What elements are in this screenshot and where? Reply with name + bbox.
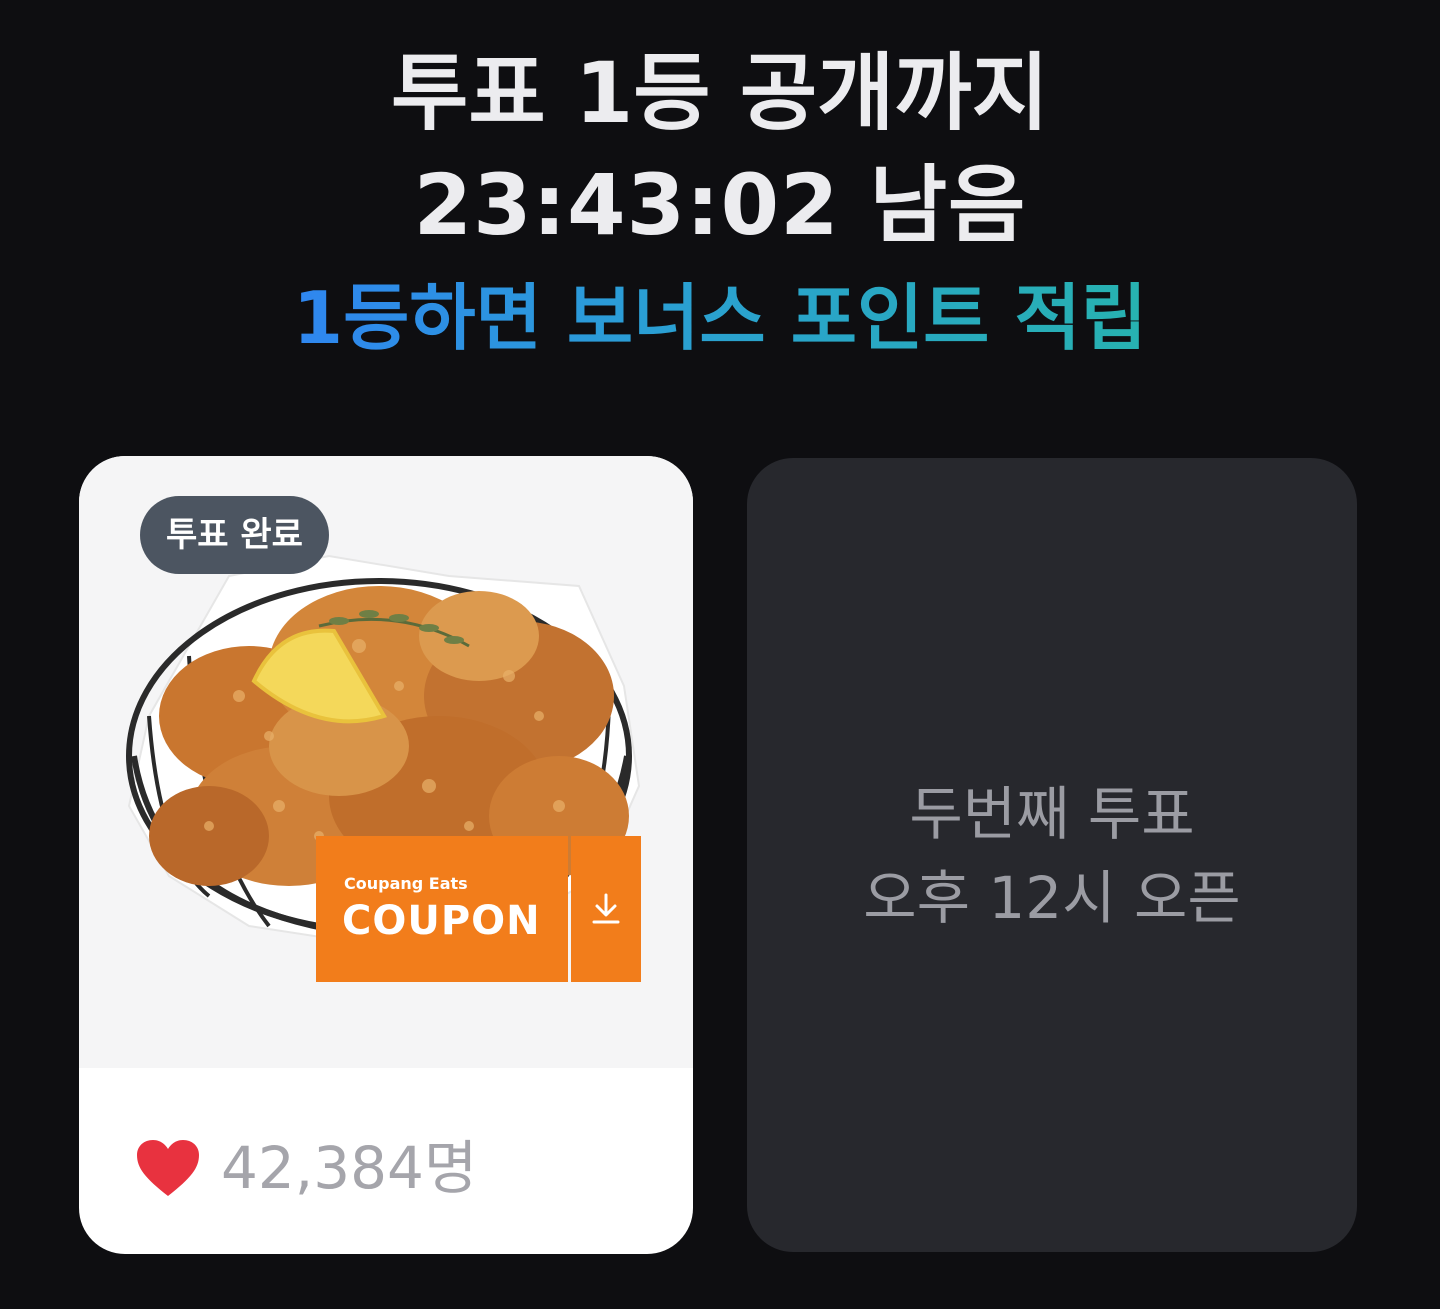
download-icon bbox=[592, 893, 620, 924]
vote-complete-badge: 투표 완료 bbox=[140, 496, 329, 574]
likes-count: 42,384명 bbox=[221, 1134, 478, 1202]
heart-icon[interactable] bbox=[135, 1138, 201, 1198]
coupon-banner[interactable]: Coupang Eats COUPON bbox=[316, 836, 568, 982]
countdown-timer: 23:43:02 남음 bbox=[413, 156, 1027, 254]
bonus-notice: 1등하면 보너스 포인트 적립 bbox=[0, 268, 1440, 368]
likes-row: 42,384명 bbox=[135, 1128, 477, 1208]
next-vote-title: 두번째 투표 bbox=[909, 780, 1195, 848]
fried-chicken-image[interactable]: 투표 완료 Coupang Eats COUPON bbox=[79, 456, 693, 1068]
coupon-brand: Coupang Eats bbox=[344, 874, 468, 893]
page-title: 투표 1등 공개까지 bbox=[391, 44, 1049, 142]
bonus-notice-text: 1등하면 보너스 포인트 적립 bbox=[293, 276, 1147, 360]
next-vote-open-time: 오후 12시 오픈 bbox=[863, 864, 1241, 932]
coupon-download-button[interactable] bbox=[571, 836, 641, 982]
vote-card-second-locked: 두번째 투표 오후 12시 오픈 bbox=[747, 458, 1357, 1252]
coupon-label: COUPON bbox=[342, 898, 541, 944]
vote-card-first[interactable]: 투표 완료 Coupang Eats COUPON 42,384명 bbox=[79, 456, 693, 1254]
